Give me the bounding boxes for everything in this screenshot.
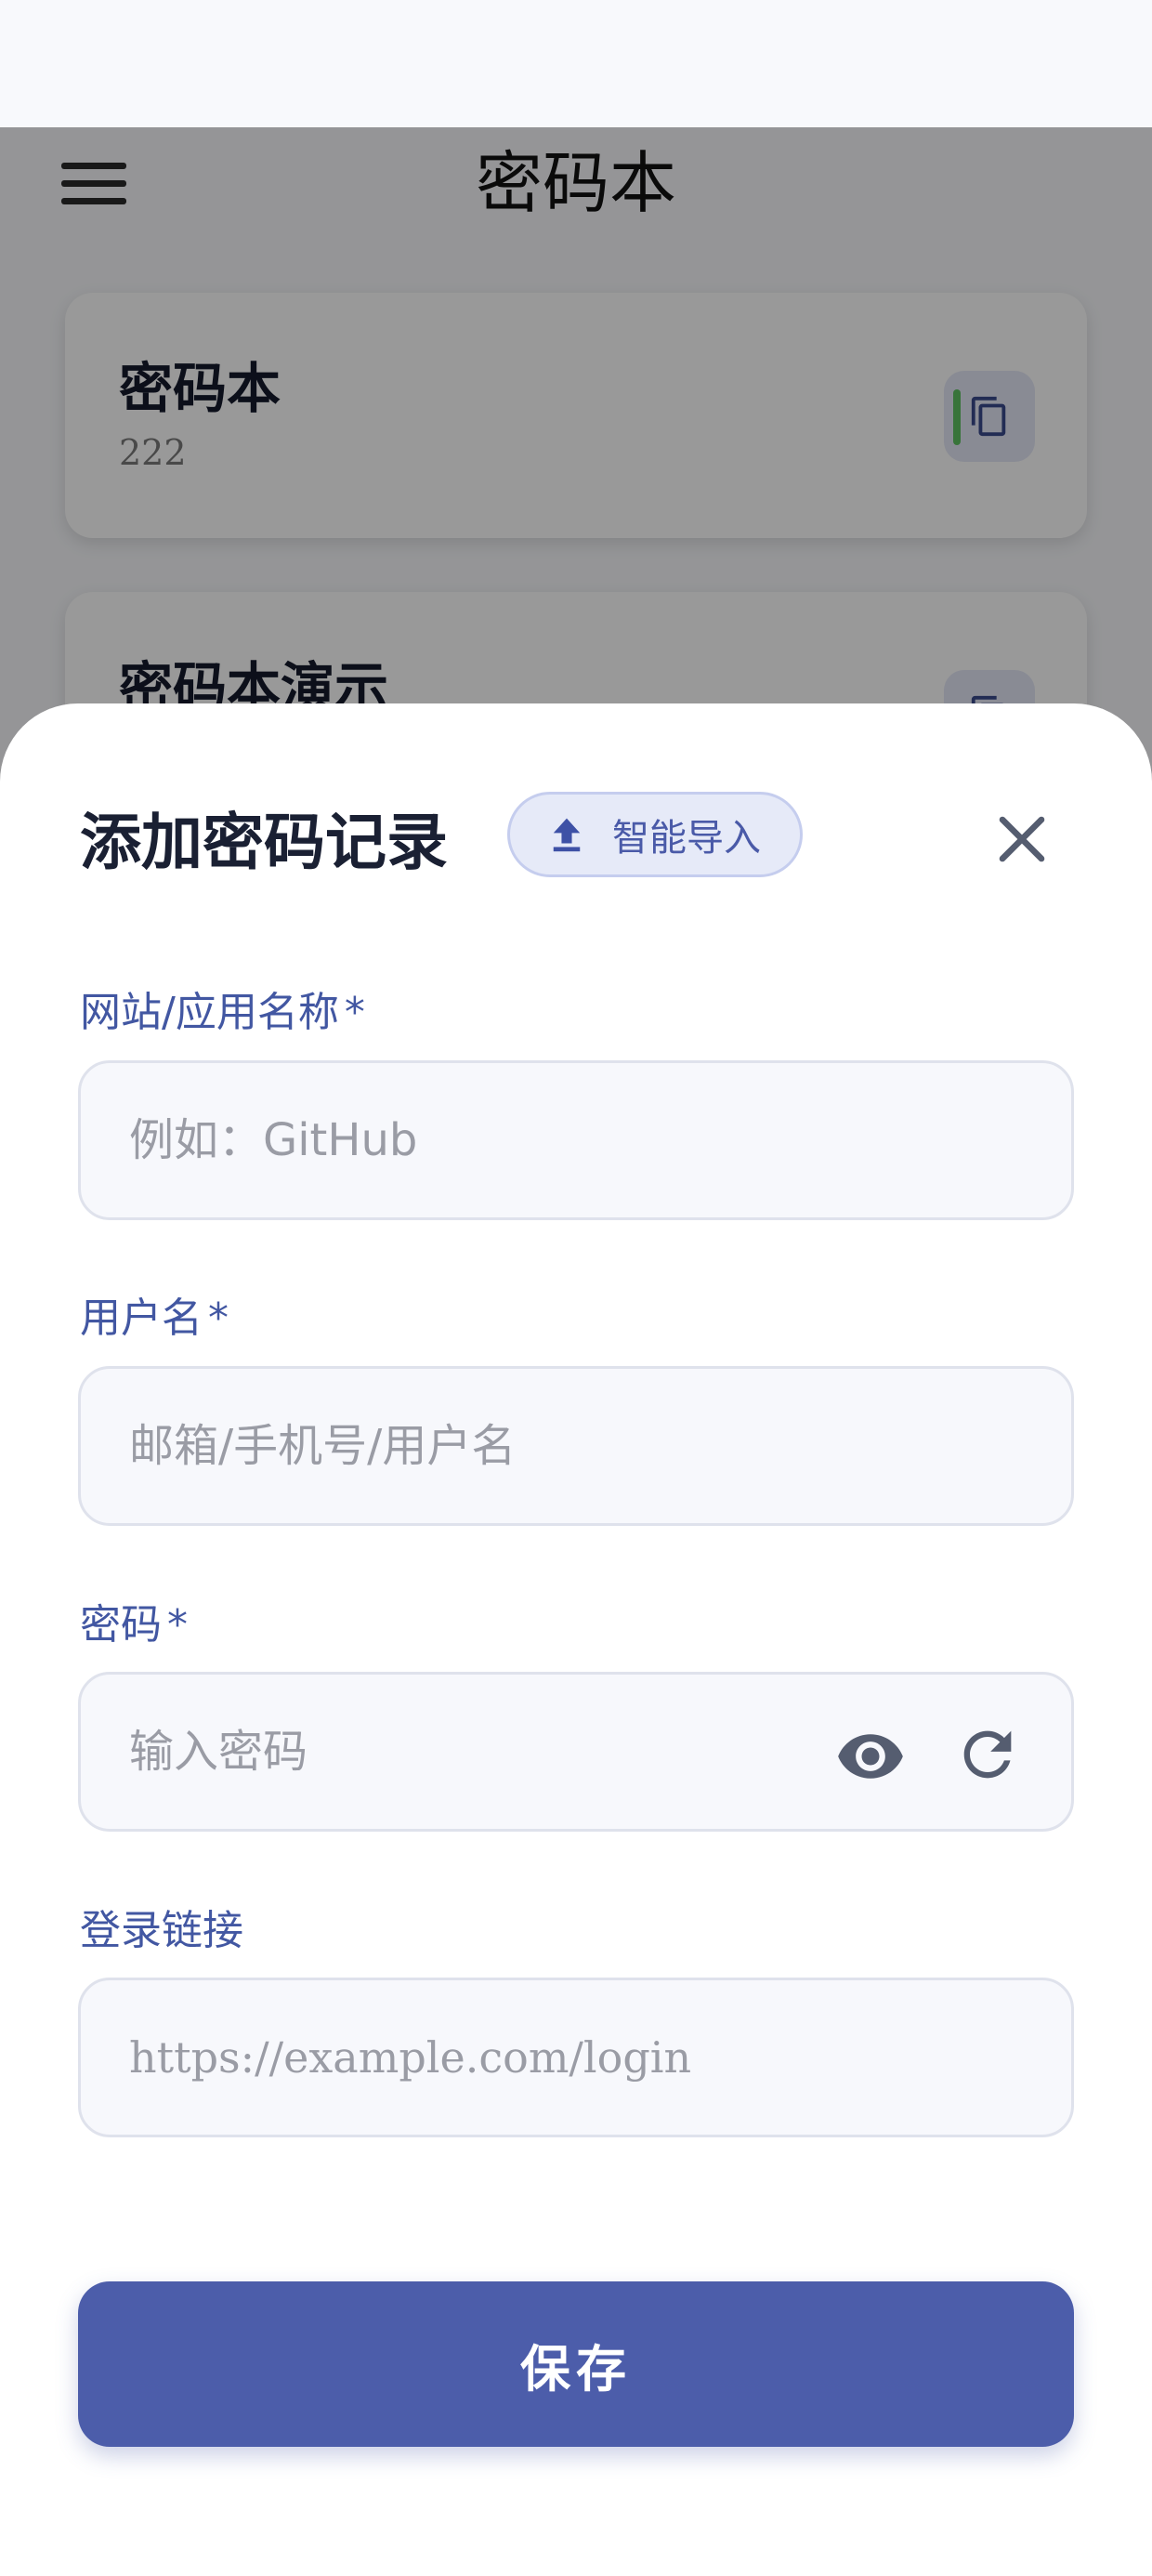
generate-password-button[interactable] bbox=[952, 1719, 1023, 1790]
username-label-text: 用户名 bbox=[80, 1295, 203, 1342]
username-label: 用户名 * bbox=[80, 1284, 229, 1344]
toggle-password-visibility-button[interactable] bbox=[835, 1721, 906, 1792]
site-name-label: 网站/应用名称 * bbox=[80, 979, 365, 1038]
site-name-input[interactable] bbox=[81, 1063, 1071, 1217]
password-label-text: 密码 bbox=[80, 1601, 162, 1649]
password-label: 密码 * bbox=[80, 1591, 188, 1650]
site-name-label-text: 网站/应用名称 bbox=[80, 989, 339, 1036]
add-password-sheet: 添加密码记录 智能导入 网站/应用名称* 用户名* 密码* bbox=[0, 703, 1152, 2576]
eye-icon bbox=[838, 1734, 903, 1779]
smart-import-button[interactable]: 智能导入 bbox=[507, 792, 803, 877]
password-field bbox=[78, 1672, 1074, 1832]
login-url-field bbox=[78, 1978, 1074, 2137]
site-name-field bbox=[78, 1060, 1074, 1220]
sheet-title: 添加密码记录 bbox=[80, 807, 448, 878]
close-icon bbox=[999, 816, 1045, 862]
required-mark: * bbox=[344, 989, 365, 1036]
close-button[interactable] bbox=[988, 806, 1055, 873]
login-url-label: 登录链接 bbox=[80, 1897, 243, 1956]
status-bar bbox=[0, 0, 1152, 127]
smart-import-label: 智能导入 bbox=[612, 817, 761, 860]
login-url-label-text: 登录链接 bbox=[80, 1907, 243, 1954]
required-mark: * bbox=[208, 1295, 229, 1342]
username-field bbox=[78, 1366, 1074, 1526]
password-input[interactable] bbox=[81, 1675, 1071, 1829]
login-url-input[interactable] bbox=[81, 1980, 1071, 2135]
required-mark: * bbox=[167, 1601, 188, 1649]
refresh-icon bbox=[963, 1730, 1012, 1779]
username-input[interactable] bbox=[81, 1369, 1071, 1523]
save-button[interactable]: 保存 bbox=[78, 2281, 1074, 2447]
upload-icon bbox=[553, 818, 581, 852]
